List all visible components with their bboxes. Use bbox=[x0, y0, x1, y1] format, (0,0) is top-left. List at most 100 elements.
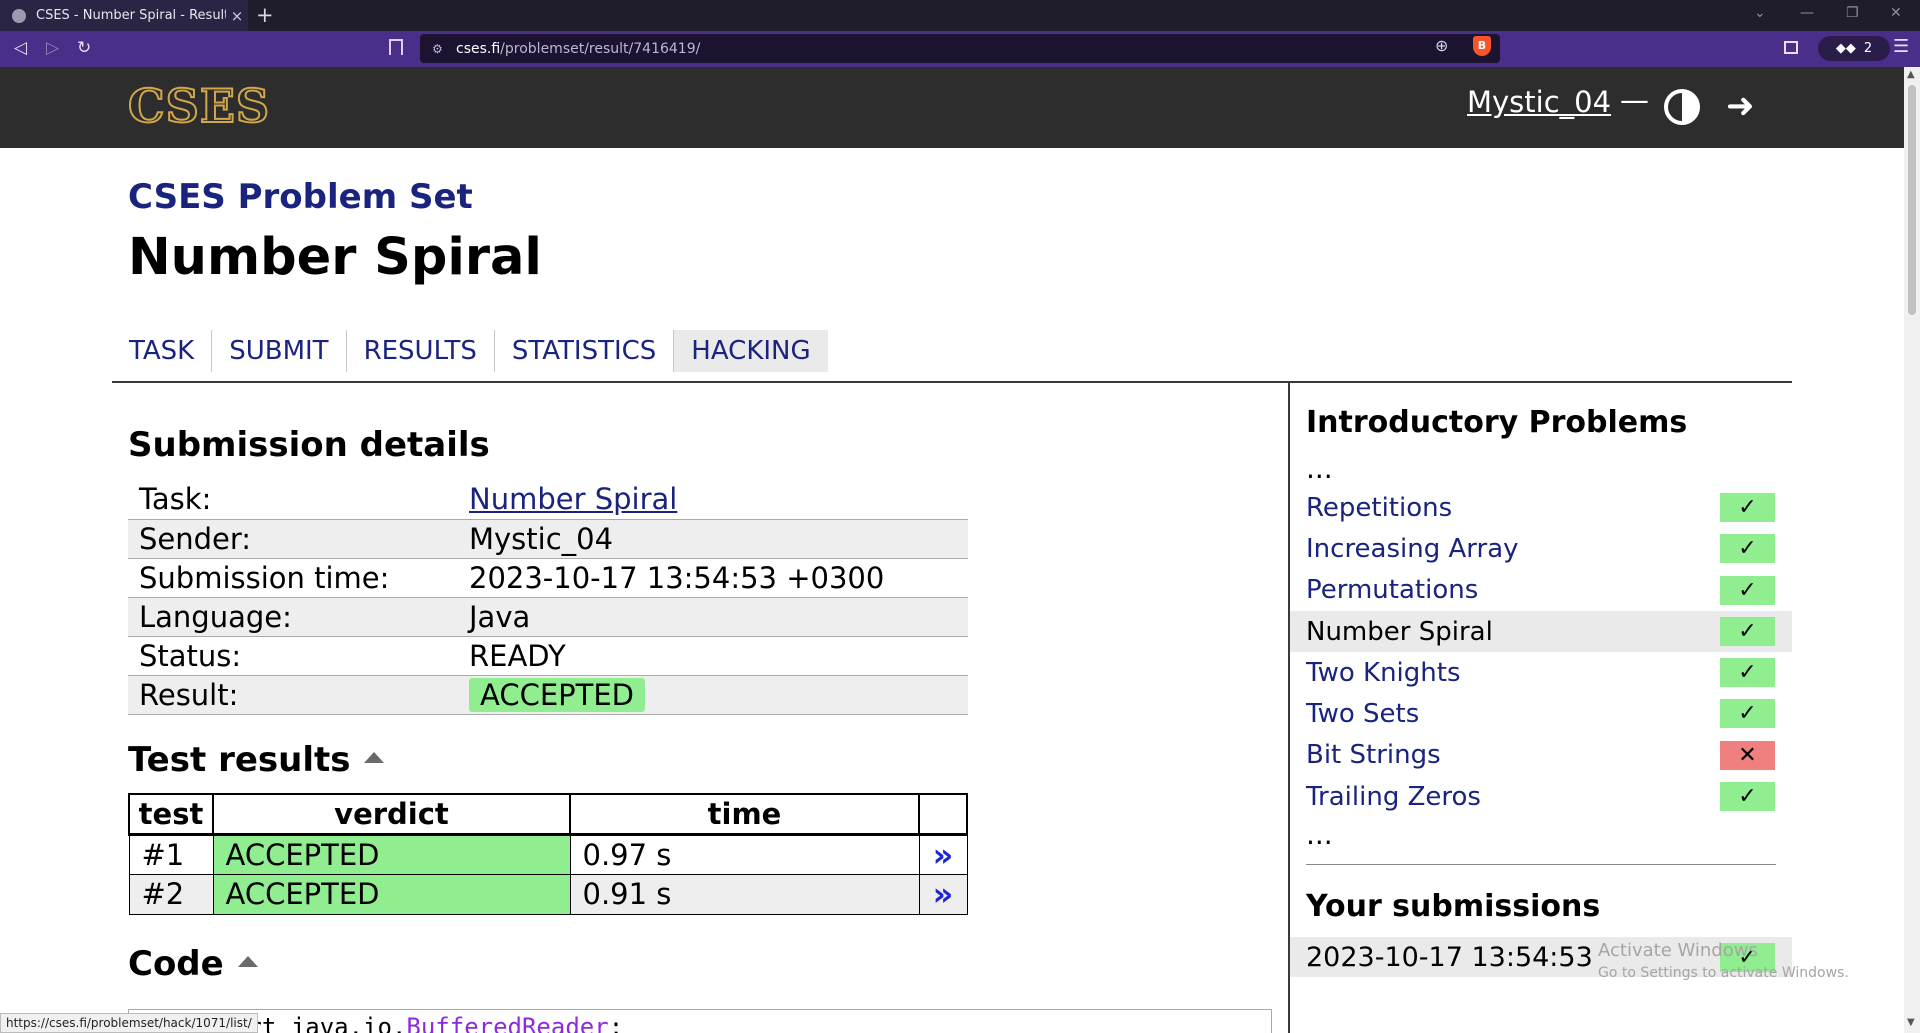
result-badge: ACCEPTED bbox=[469, 677, 646, 712]
view-test-arrow-icon[interactable]: » bbox=[918, 833, 968, 875]
brave-shields-icon[interactable]: B bbox=[1473, 36, 1491, 56]
problem-item[interactable]: Two Knights ✓ bbox=[1290, 652, 1792, 693]
close-tab-icon[interactable]: × bbox=[226, 7, 248, 25]
tab-results[interactable]: RESULTS bbox=[345, 330, 494, 372]
problem-name[interactable]: Two Sets bbox=[1306, 699, 1419, 729]
minimize-icon[interactable]: — bbox=[1800, 5, 1814, 21]
page-scrollbar[interactable]: ▲ ▼ bbox=[1904, 67, 1920, 1033]
sidebar-ellipsis-top: ... bbox=[1306, 452, 1333, 485]
test-time: 0.91 s bbox=[569, 873, 920, 915]
tab-statistics[interactable]: STATISTICS bbox=[493, 330, 673, 372]
cses-logo[interactable]: CSES bbox=[127, 78, 270, 134]
user-link[interactable]: Mystic_04 bbox=[1467, 85, 1611, 119]
details-row: Submission time: 2023-10-17 13:54:53 +03… bbox=[128, 558, 968, 598]
header-dash: — bbox=[1620, 83, 1649, 117]
forward-icon[interactable]: ▷ bbox=[46, 38, 59, 58]
cross-icon: ✕ bbox=[1720, 740, 1775, 770]
back-icon[interactable]: ◁ bbox=[14, 38, 27, 58]
col-header-verdict: verdict bbox=[212, 793, 571, 836]
zoom-icon[interactable]: ⊕ bbox=[1435, 36, 1448, 55]
scroll-thumb[interactable] bbox=[1908, 85, 1916, 315]
tab-task[interactable]: TASK bbox=[112, 330, 211, 372]
test-verdict: ACCEPTED bbox=[212, 873, 571, 915]
problem-item[interactable]: Trailing Zeros ✓ bbox=[1290, 776, 1792, 817]
details-value: Mystic_04 bbox=[458, 519, 968, 559]
col-header-time: time bbox=[569, 793, 920, 836]
code-semicolon: ; bbox=[608, 1013, 624, 1033]
details-row: Language: Java bbox=[128, 597, 968, 637]
problem-name[interactable]: Increasing Array bbox=[1306, 534, 1519, 564]
details-row: Status: READY bbox=[128, 636, 968, 676]
test-results-heading[interactable]: Test results bbox=[128, 740, 385, 780]
details-value: Java bbox=[458, 597, 968, 637]
problem-item[interactable]: Repetitions ✓ bbox=[1290, 487, 1792, 528]
browser-tab-bar: CSES - Number Spiral - Results × + ⌄ — ❐… bbox=[0, 0, 1920, 31]
new-tab-button[interactable]: + bbox=[256, 3, 274, 27]
problem-name[interactable]: Two Knights bbox=[1306, 658, 1461, 688]
activation-watermark: Activate Windows Go to Settings to activ… bbox=[1598, 940, 1849, 984]
col-header-link bbox=[918, 793, 968, 836]
problem-name[interactable]: Bit Strings bbox=[1306, 740, 1441, 770]
problem-list: Repetitions ✓ Increasing Array ✓ Permuta… bbox=[1290, 487, 1792, 817]
check-icon: ✓ bbox=[1720, 616, 1775, 646]
watermark-line-2: Go to Settings to activate Windows. bbox=[1598, 965, 1849, 981]
details-value: READY bbox=[458, 636, 968, 676]
problem-item[interactable]: Increasing Array ✓ bbox=[1290, 528, 1792, 569]
tab-submit[interactable]: SUBMIT bbox=[211, 330, 345, 372]
table-row: #1 ACCEPTED 0.97 s » bbox=[128, 833, 968, 875]
details-row: Task: Number Spiral bbox=[128, 480, 968, 520]
test-verdict: ACCEPTED bbox=[212, 833, 571, 875]
close-window-icon[interactable]: ✕ bbox=[1890, 5, 1902, 21]
details-label: Sender: bbox=[128, 519, 458, 559]
check-icon: ✓ bbox=[1720, 493, 1775, 522]
problem-item-current: Number Spiral ✓ bbox=[1290, 610, 1792, 653]
address-bar[interactable]: ⚙ cses.fi/problemset/result/7416419/ bbox=[420, 34, 1500, 63]
tab-hacking[interactable]: HACKING bbox=[673, 330, 828, 372]
problem-item[interactable]: Two Sets ✓ bbox=[1290, 693, 1792, 734]
scroll-down-icon[interactable]: ▼ bbox=[1907, 1017, 1915, 1028]
problem-set-title[interactable]: CSES Problem Set bbox=[128, 177, 473, 217]
table-row: #2 ACCEPTED 0.91 s » bbox=[128, 873, 968, 915]
collapse-triangle-icon[interactable] bbox=[364, 752, 385, 763]
details-value: 2023-10-17 13:54:53 +0300 bbox=[458, 558, 968, 598]
problem-name[interactable]: Repetitions bbox=[1306, 493, 1452, 523]
view-test-arrow-icon[interactable]: » bbox=[918, 873, 968, 915]
submission-time[interactable]: 2023-10-17 13:54:53 bbox=[1306, 942, 1593, 973]
browser-tab[interactable]: CSES - Number Spiral - Results × bbox=[0, 0, 248, 31]
scroll-up-icon[interactable]: ▲ bbox=[1907, 69, 1915, 80]
problem-name[interactable]: Permutations bbox=[1306, 575, 1478, 605]
maximize-icon[interactable]: ❐ bbox=[1846, 5, 1859, 21]
sidebar-heading: Introductory Problems bbox=[1306, 405, 1688, 440]
task-link[interactable]: Number Spiral bbox=[469, 482, 677, 516]
check-icon: ✓ bbox=[1720, 699, 1775, 729]
details-label: Status: bbox=[128, 636, 458, 676]
menu-icon[interactable]: ☰ bbox=[1893, 36, 1909, 57]
theme-toggle-icon[interactable] bbox=[1664, 89, 1700, 125]
problem-item[interactable]: Bit Strings ✕ bbox=[1290, 735, 1792, 776]
rewards-button[interactable]: ◆◆ 2 bbox=[1818, 36, 1890, 61]
globe-icon bbox=[12, 8, 26, 23]
code-heading[interactable]: Code bbox=[128, 944, 258, 984]
rewards-icon: ◆◆ bbox=[1835, 41, 1856, 56]
details-label: Task: bbox=[128, 480, 458, 520]
test-number: #2 bbox=[128, 873, 214, 915]
sidebar-toggle-icon[interactable] bbox=[1784, 41, 1798, 54]
problem-name[interactable]: Trailing Zeros bbox=[1306, 782, 1481, 812]
tab-search-chevron-icon[interactable]: ⌄ bbox=[1754, 5, 1766, 21]
bookmark-icon[interactable] bbox=[389, 39, 403, 55]
code-block[interactable]: ort java.io.BufferedReader; bbox=[128, 1009, 1272, 1033]
problem-item[interactable]: Permutations ✓ bbox=[1290, 570, 1792, 611]
code-text: ort java.io. bbox=[233, 1013, 407, 1033]
site-settings-icon[interactable]: ⚙ bbox=[432, 42, 446, 56]
details-value: ACCEPTED bbox=[458, 675, 968, 715]
logout-icon[interactable]: ➜ bbox=[1726, 86, 1755, 126]
reload-icon[interactable]: ↻ bbox=[77, 38, 91, 58]
watermark-line-1: Activate Windows bbox=[1598, 940, 1758, 961]
browser-tab-title: CSES - Number Spiral - Results bbox=[36, 8, 226, 23]
check-icon: ✓ bbox=[1720, 534, 1775, 564]
collapse-triangle-icon[interactable] bbox=[237, 956, 258, 967]
your-submissions-heading: Your submissions bbox=[1306, 889, 1601, 924]
submission-details-heading: Submission details bbox=[128, 425, 490, 465]
test-number: #1 bbox=[128, 833, 214, 875]
check-icon: ✓ bbox=[1720, 575, 1775, 605]
